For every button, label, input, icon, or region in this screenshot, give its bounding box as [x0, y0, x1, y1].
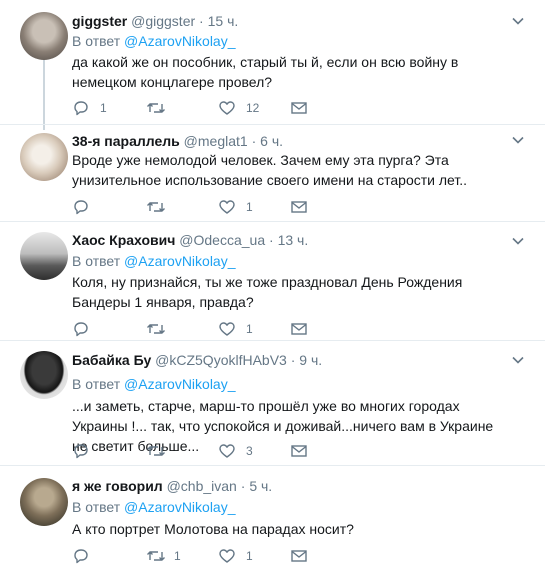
tweet-text: А кто портрет Молотова на парадах носит?: [72, 521, 354, 537]
reply-prefix: В ответ: [72, 499, 121, 515]
avatar[interactable]: [20, 351, 68, 399]
user-name[interactable]: Хаос Крахович: [72, 232, 175, 248]
tweet[interactable]: 38-я параллель @meglat1 · 6 ч. Вроде уже…: [0, 125, 545, 225]
user-name[interactable]: giggster: [72, 13, 127, 29]
like-icon: [219, 444, 235, 458]
retweet-icon: [147, 103, 165, 113]
user-name[interactable]: Бабайка Бу: [72, 352, 151, 368]
avatar[interactable]: [20, 133, 68, 181]
like-count: 3: [246, 444, 253, 458]
chevron-down-icon[interactable]: [511, 133, 525, 147]
user-handle[interactable]: @meglat1: [184, 133, 248, 149]
user-handle[interactable]: @Odecca_ua: [179, 232, 265, 248]
mention-link[interactable]: @AzarovNikolay_: [124, 376, 235, 392]
chevron-down-icon[interactable]: [511, 353, 525, 367]
chevron-down-icon[interactable]: [511, 14, 525, 28]
timestamp[interactable]: 13 ч.: [278, 232, 309, 248]
timestamp[interactable]: 5 ч.: [249, 478, 272, 494]
reply-icon: [74, 549, 88, 564]
tweet[interactable]: Бабайка Бу @kCZ5QyoklfHAbV3 · 9 ч. В отв…: [0, 341, 545, 465]
tweet-text: Коля, ну признайся, ты же тоже празднова…: [72, 274, 463, 310]
user-handle[interactable]: @chb_ivan: [167, 478, 237, 494]
mention-link[interactable]: @AzarovNikolay_: [124, 33, 235, 49]
retweet-icon: [147, 551, 165, 561]
like-count: 1: [246, 322, 253, 336]
timestamp[interactable]: 15 ч.: [208, 13, 239, 29]
like-count: 12: [246, 101, 260, 115]
like-count: 1: [246, 549, 253, 563]
like-icon: [219, 322, 235, 336]
avatar[interactable]: [20, 232, 68, 280]
user-handle[interactable]: @giggster: [131, 13, 195, 29]
message-icon: [291, 102, 307, 114]
like-count: 1: [246, 200, 253, 214]
reply-prefix: В ответ: [72, 33, 121, 49]
message-icon: [291, 445, 307, 457]
timestamp[interactable]: 9 ч.: [299, 352, 322, 368]
retweet-icon: [147, 324, 165, 334]
message-icon: [291, 201, 307, 213]
reply-context: В ответ @AzarovNikolay_: [72, 375, 236, 393]
avatar[interactable]: [20, 12, 68, 60]
chevron-down-icon[interactable]: [511, 234, 525, 248]
reply-count: 1: [100, 101, 107, 115]
reply-context: В ответ @AzarovNikolay_: [72, 32, 236, 50]
reply-icon: [74, 101, 88, 116]
like-icon: [219, 549, 235, 563]
tweet[interactable]: giggster @giggster · 15 ч. В ответ @Azar…: [0, 0, 545, 132]
user-name[interactable]: я же говорил: [72, 478, 163, 494]
mention-link[interactable]: @AzarovNikolay_: [124, 253, 235, 269]
reply-prefix: В ответ: [72, 253, 121, 269]
reply-icon: [74, 322, 88, 337]
mention-link[interactable]: @AzarovNikolay_: [124, 499, 235, 515]
message-icon: [291, 550, 307, 562]
reply-context: В ответ @AzarovNikolay_: [72, 252, 236, 270]
user-name[interactable]: 38-я параллель: [72, 133, 180, 149]
retweet-icon: [147, 446, 165, 456]
avatar[interactable]: [20, 478, 68, 526]
retweet-icon: [147, 202, 165, 212]
tweet-text: Вроде уже немолодой человек. Зачем ему э…: [72, 152, 467, 188]
tweet-text: да какой же он пособник, старый ты й, ес…: [72, 54, 459, 90]
retweet-count: 1: [174, 549, 181, 563]
reply-prefix: В ответ: [72, 376, 121, 392]
reply-context: В ответ @AzarovNikolay_: [72, 498, 236, 516]
like-icon: [219, 200, 235, 214]
reply-icon: [74, 200, 88, 215]
message-icon: [291, 323, 307, 335]
tweet[interactable]: я же говорил @chb_ivan · 5 ч. В ответ @A…: [0, 466, 545, 566]
like-icon: [219, 101, 235, 115]
tweet[interactable]: Хаос Крахович @Odecca_ua · 13 ч. В ответ…: [0, 222, 545, 342]
timestamp[interactable]: 6 ч.: [260, 133, 283, 149]
reply-icon: [74, 444, 88, 459]
user-handle[interactable]: @kCZ5QyoklfHAbV3: [155, 352, 287, 368]
